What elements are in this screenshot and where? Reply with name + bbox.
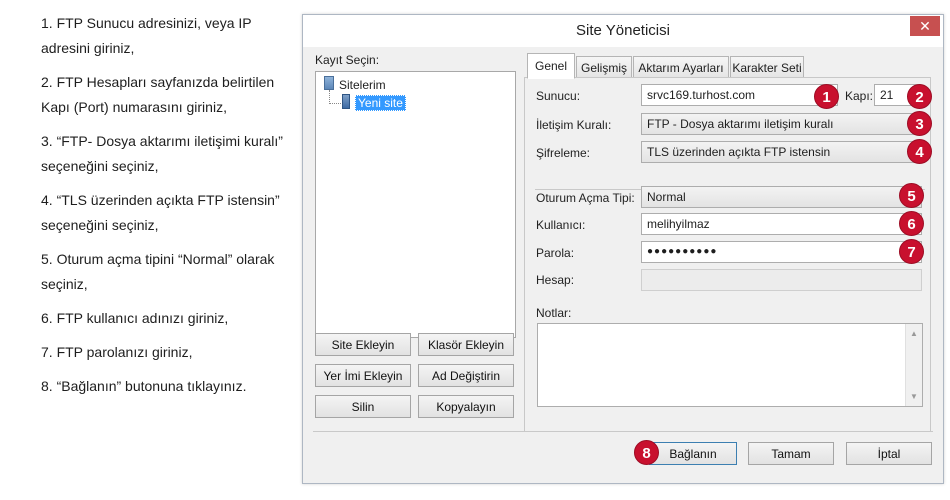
protocol-label: İletişim Kuralı:: [536, 118, 612, 132]
tree-connector: [329, 90, 330, 104]
tab-general[interactable]: Genel: [527, 53, 575, 79]
host-input[interactable]: srvc169.turhost.com: [641, 84, 838, 106]
user-input[interactable]: melihyilmaz: [641, 213, 922, 235]
step-badge-1: 1: [814, 84, 839, 109]
tree-root-label: Sitelerim: [339, 78, 386, 92]
window-title: Site Yöneticisi: [576, 22, 670, 39]
instruction-5: 5. Oturum açma tipini “Normal” olarak se…: [41, 251, 275, 292]
instruction-3: 3. “FTP- Dosya aktarımı iletişimi kuralı…: [41, 133, 283, 174]
logon-type-select[interactable]: Normal: [641, 186, 922, 208]
host-label: Sunucu:: [536, 89, 581, 103]
tree-item-yeni-site[interactable]: Yeni site: [342, 94, 406, 111]
title-bar: Site Yöneticisi ✕: [303, 15, 943, 47]
notes-scrollbar[interactable]: ▲ ▼: [905, 324, 922, 406]
tab-charset[interactable]: Karakter Seti: [730, 56, 804, 78]
tab-advanced[interactable]: Gelişmiş: [576, 56, 632, 78]
add-folder-button[interactable]: Klasör Ekleyin: [418, 333, 514, 356]
instruction-2: 2. FTP Hesapları sayfanızda belirtilen K…: [41, 74, 275, 115]
step-badge-5: 5: [899, 183, 924, 208]
ok-button[interactable]: Tamam: [748, 442, 834, 465]
protocol-select[interactable]: FTP - Dosya aktarımı iletişim kuralı: [641, 113, 922, 135]
password-input[interactable]: ●●●●●●●●●●: [641, 241, 922, 263]
instruction-4: 4. “TLS üzerinden açıkta FTP istensin” s…: [41, 192, 280, 233]
close-icon[interactable]: ✕: [910, 16, 940, 36]
add-site-button[interactable]: Site Ekleyin: [315, 333, 411, 356]
step-badge-7: 7: [899, 239, 924, 264]
password-label: Parola:: [536, 246, 575, 260]
encryption-select[interactable]: TLS üzerinden açıkta FTP istensin: [641, 141, 922, 163]
step-badge-6: 6: [899, 211, 924, 236]
instruction-1: 1. FTP Sunucu adresinizi, veya IP adresi…: [41, 15, 252, 56]
user-label: Kullanıcı:: [536, 218, 586, 232]
notes-label: Notlar:: [536, 306, 572, 320]
step-badge-4: 4: [907, 139, 932, 164]
site-tree[interactable]: Sitelerim Yeni site: [315, 71, 516, 338]
tree-root-sitelerim[interactable]: Sitelerim: [324, 76, 386, 92]
tree-label: Kayıt Seçin:: [315, 53, 380, 67]
copy-button[interactable]: Kopyalayın: [418, 395, 514, 418]
instruction-8: 8. “Bağlanın” butonuna tıklayınız.: [41, 378, 247, 394]
cancel-button[interactable]: İptal: [846, 442, 932, 465]
scroll-down-icon[interactable]: ▼: [910, 392, 918, 401]
bottom-divider: [313, 431, 933, 432]
folder-icon: [324, 76, 334, 90]
step-badge-3: 3: [907, 111, 932, 136]
encryption-label: Şifreleme:: [536, 146, 591, 160]
instruction-list: 1. FTP Sunucu adresinizi, veya IP adresi…: [41, 11, 296, 408]
account-label: Hesap:: [536, 273, 575, 287]
add-bookmark-button[interactable]: Yer İmi Ekleyin: [315, 364, 411, 387]
instruction-6: 6. FTP kullanıcı adınızı giriniz,: [41, 310, 229, 326]
scroll-up-icon[interactable]: ▲: [910, 329, 918, 338]
tab-transfer-settings[interactable]: Aktarım Ayarları: [633, 56, 729, 78]
port-label: Kapı:: [845, 89, 874, 103]
step-badge-2: 2: [907, 84, 932, 109]
delete-button[interactable]: Silin: [315, 395, 411, 418]
logon-type-label: Oturum Açma Tipi:: [536, 191, 635, 205]
tree-item-label: Yeni site: [355, 95, 406, 111]
instruction-7: 7. FTP parolanızı giriniz,: [41, 344, 193, 360]
rename-button[interactable]: Ad Değiştirin: [418, 364, 514, 387]
server-icon: [342, 94, 350, 109]
step-badge-8: 8: [634, 440, 659, 465]
tree-connector: [329, 103, 343, 104]
site-manager-window: Site Yöneticisi ✕ Kayıt Seçin: Sitelerim…: [302, 14, 944, 484]
connect-button[interactable]: Bağlanın: [649, 442, 737, 465]
notes-textarea[interactable]: ▲ ▼: [537, 323, 923, 407]
account-input: [641, 269, 922, 291]
